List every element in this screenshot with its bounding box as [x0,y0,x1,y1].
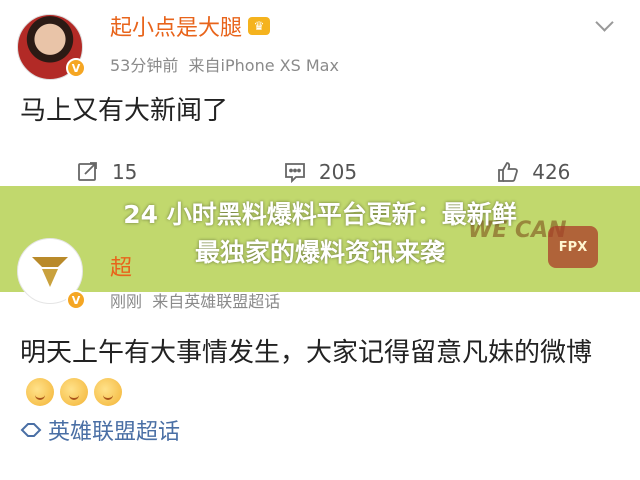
verified-badge-icon: V [66,290,86,310]
post-text: 明天上午有大事情发生，大家记得留意凡妹的微博 [20,334,620,410]
verified-badge-icon: V [66,58,86,78]
supertopic-label[interactable]: 英雄联盟超话 [48,414,180,446]
headline-line-2: 最独家的爆料资讯来袭 [194,238,445,267]
like-count: 426 [532,160,571,184]
supertopic-icon [20,423,42,437]
like-icon [498,162,519,182]
emoji-row [26,377,122,406]
emoji-icon [26,377,54,406]
emoji-icon [60,377,88,406]
post-meta: 刚刚 来自英雄联盟超话 [110,288,280,312]
weibo-post-1: V 起小点是大腿 ♛ 53分钟前 来自iPhone XS Max 马上又有大新闻… [0,0,640,200]
emoji-icon [94,377,122,406]
post-text-content: 明天上午有大事情发生，大家记得留意凡妹的微博 [20,338,593,368]
post-time: 53分钟前 [110,56,179,75]
chevron-down-icon[interactable] [596,16,614,34]
comment-count: 205 [318,160,358,184]
post-source: 来自英雄联盟超话 [152,292,281,311]
post-source: 来自iPhone XS Max [188,56,339,75]
supertopic-link[interactable]: 英雄联盟超话 [20,414,180,446]
headline-line-1: 24 小时黑料爆料平台更新：最新鲜 [123,200,517,229]
post-author[interactable]: 起小点是大腿 ♛ [110,10,271,42]
repost-icon [78,162,97,181]
crown-icon: ♛ [248,17,271,35]
post-text: 马上又有大新闻了 [20,96,229,126]
comment-icon [284,163,305,184]
repost-count: 15 [111,160,138,184]
post-time: 刚刚 [110,292,143,311]
post-meta: 53分钟前 来自iPhone XS Max [110,52,339,76]
author-name[interactable]: 起小点是大腿 [110,10,242,42]
headline-text: 24 小时黑料爆料平台更新：最新鲜 最独家的爆料资讯来袭 [0,196,640,272]
